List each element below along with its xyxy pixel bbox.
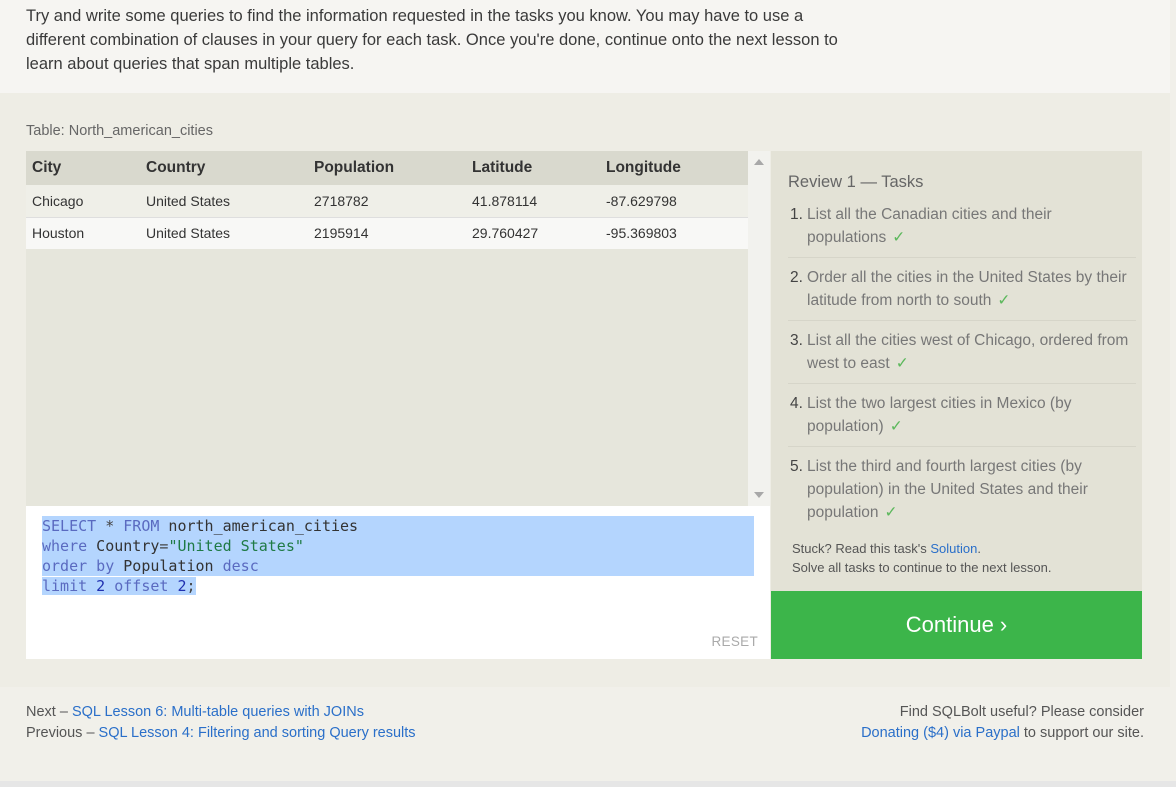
checkmark-icon: ✓ <box>892 229 906 246</box>
column-header-country: Country <box>140 151 308 185</box>
results-table: City Country Population Latitude Longitu… <box>26 151 748 506</box>
code-number: 2 <box>87 577 115 595</box>
code-operator: * <box>96 517 124 535</box>
keyword-where: where <box>42 537 88 555</box>
task-number: 4. <box>790 395 803 412</box>
support-message: Find SQLBolt useful? Please consider Don… <box>861 702 1144 744</box>
stuck-suffix: . <box>977 541 981 556</box>
next-prefix: Next – <box>26 704 72 720</box>
code-line-4: limit 2 offset 2; <box>42 576 754 596</box>
code-number: 2 <box>168 577 187 595</box>
code-string: "United States" <box>168 537 304 555</box>
task-number: 2. <box>790 269 803 286</box>
table-cell: -95.369803 <box>600 217 748 249</box>
lesson-navigation: Next – SQL Lesson 6: Multi-table queries… <box>26 702 416 744</box>
checkmark-icon: ✓ <box>997 292 1011 309</box>
table-cell: -87.629798 <box>600 185 748 218</box>
keyword-order-by: order by <box>42 557 115 575</box>
table-cell: 2718782 <box>308 185 466 218</box>
table-header-row: City Country Population Latitude Longitu… <box>26 151 748 185</box>
column-header-city: City <box>26 151 140 185</box>
table-cell: Chicago <box>26 185 140 218</box>
task-item: 5. List the third and fourth largest citi… <box>788 455 1136 532</box>
task-text: List the third and fourth largest cities… <box>807 458 1088 521</box>
stuck-prefix: Stuck? Read this task's <box>792 541 931 556</box>
task-text: Order all the cities in the United State… <box>807 269 1127 309</box>
next-lesson-link[interactable]: SQL Lesson 6: Multi-table queries with J… <box>72 704 364 720</box>
scroll-down-arrow-icon[interactable] <box>754 492 764 498</box>
checkmark-icon: ✓ <box>895 355 909 372</box>
task-item: 3. List all the cities west of Chicago, o… <box>788 329 1136 384</box>
task-text: List the two largest cities in Mexico (b… <box>807 395 1072 435</box>
keyword-limit: limit <box>42 577 88 595</box>
intro-section: Try and write some queries to find the i… <box>0 0 1170 93</box>
sql-code[interactable]: SELECT * FROM north_american_cities wher… <box>42 516 754 596</box>
task-text: List all the cities west of Chicago, ord… <box>807 332 1129 372</box>
table-cell: 41.878114 <box>466 185 600 218</box>
tasks-title: Review 1 — Tasks <box>788 173 924 191</box>
code-identifier: Population <box>114 557 223 575</box>
task-number: 3. <box>790 332 803 349</box>
donate-line: Donating ($4) via Paypal to support our … <box>861 723 1144 744</box>
code-identifier: Country <box>87 537 160 555</box>
code-line-2: where Country="United States" <box>42 536 754 556</box>
table-row: Chicago United States 2718782 41.878114 … <box>26 185 748 218</box>
solve-all-text: Solve all tasks to continue to the next … <box>792 560 1052 575</box>
task-list: 1. List all the Canadian cities and their… <box>788 203 1136 540</box>
previous-lesson-link[interactable]: SQL Lesson 4: Filtering and sorting Quer… <box>99 725 416 741</box>
column-header-latitude: Latitude <box>466 151 600 185</box>
table-caption: Table: North_american_cities <box>26 123 213 139</box>
scroll-up-arrow-icon[interactable] <box>754 159 764 165</box>
task-text: List all the Canadian cities and their p… <box>807 206 1052 246</box>
donate-link[interactable]: Donating ($4) via Paypal <box>861 725 1020 741</box>
code-identifier: north_american_cities <box>159 517 359 535</box>
keyword-desc: desc <box>222 557 259 575</box>
table-row: Houston United States 2195914 29.760427 … <box>26 217 748 249</box>
sql-editor[interactable]: SELECT * FROM north_american_cities wher… <box>26 506 770 659</box>
support-suffix: to support our site. <box>1019 725 1144 741</box>
support-text: Find SQLBolt useful? Please consider <box>899 704 1144 720</box>
stuck-hint: Stuck? Read this task's Solution. Solve … <box>792 539 1051 577</box>
bottom-bar <box>0 781 1176 787</box>
task-item: 2. Order all the cities in the United Sta… <box>788 266 1136 321</box>
code-operator: ; <box>186 577 196 595</box>
previous-prefix: Previous – <box>26 725 99 741</box>
code-line-3: order by Population desc <box>42 556 754 576</box>
checkmark-icon: ✓ <box>889 418 903 435</box>
task-item: 4. List the two largest cities in Mexico … <box>788 392 1136 447</box>
table-cell: Houston <box>26 217 140 249</box>
table-cell: United States <box>140 185 308 218</box>
previous-lesson: Previous – SQL Lesson 4: Filtering and s… <box>26 723 416 744</box>
exercise-panel: Table: North_american_cities City Countr… <box>0 93 1170 687</box>
table-cell: 29.760427 <box>466 217 600 249</box>
intro-text: Try and write some queries to find the i… <box>26 7 838 73</box>
column-header-longitude: Longitude <box>600 151 748 185</box>
code-line-1: SELECT * FROM north_american_cities <box>42 516 754 536</box>
keyword-from: FROM <box>123 517 160 535</box>
results-scrollbar[interactable] <box>748 151 770 506</box>
continue-button[interactable]: Continue › <box>771 591 1142 659</box>
reset-button[interactable]: RESET <box>711 634 758 649</box>
solution-link[interactable]: Solution <box>930 541 977 556</box>
next-lesson: Next – SQL Lesson 6: Multi-table queries… <box>26 702 416 723</box>
table-cell: United States <box>140 217 308 249</box>
task-item: 1. List all the Canadian cities and their… <box>788 203 1136 258</box>
task-number: 5. <box>790 458 803 475</box>
column-header-population: Population <box>308 151 466 185</box>
keyword-select: SELECT <box>42 517 97 535</box>
table-cell: 2195914 <box>308 217 466 249</box>
checkmark-icon: ✓ <box>884 504 898 521</box>
tasks-panel: Review 1 — Tasks 1. List all the Canadian… <box>771 151 1142 591</box>
keyword-offset: offset <box>114 577 169 595</box>
task-number: 1. <box>790 206 803 223</box>
